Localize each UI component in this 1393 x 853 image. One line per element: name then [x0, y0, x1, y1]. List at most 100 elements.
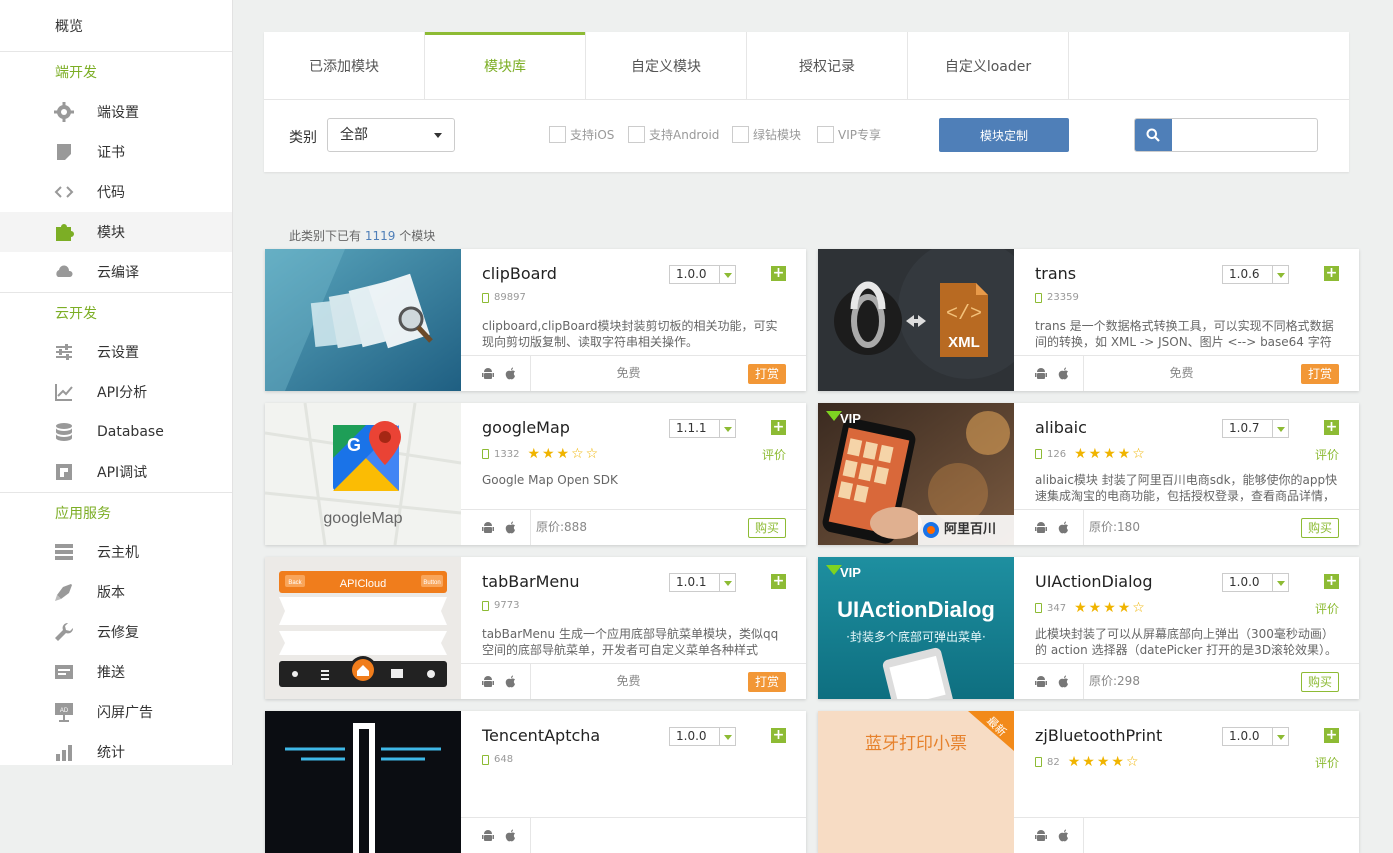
chevron-down-icon: [719, 420, 735, 437]
buy-button[interactable]: 购买: [1301, 672, 1339, 692]
tab-item[interactable]: 授权记录: [747, 32, 908, 100]
vip-label: VIP: [840, 565, 861, 580]
sidebar-item[interactable]: 代码: [0, 172, 232, 212]
custom-module-button[interactable]: 模块定制: [939, 118, 1069, 152]
module-card[interactable]: </> XML trans 1.0.6 +23359 trans 是一个数据格式转换工具…: [818, 249, 1359, 391]
add-module-button[interactable]: +: [771, 728, 786, 743]
trans-image[interactable]: </> XML: [818, 249, 1014, 391]
version-value: 1.0.0: [1229, 729, 1260, 743]
apple-icon: [505, 521, 515, 533]
sidebar-item[interactable]: Database: [0, 412, 232, 452]
add-module-button[interactable]: +: [1324, 266, 1339, 281]
tabbarmenu-image[interactable]: Back Button APICloud: [265, 557, 461, 699]
module-name[interactable]: googleMap: [482, 418, 570, 437]
search-input[interactable]: [1175, 119, 1315, 151]
version-select[interactable]: 1.0.0: [1222, 573, 1289, 592]
android-icon: [482, 367, 494, 379]
module-card[interactable]: VIP UIActionDialog ·封装多个底部可弹出菜单· UIActio…: [818, 557, 1359, 699]
module-card[interactable]: TencentAptcha 1.0.0 +648: [265, 711, 806, 853]
version-select[interactable]: 1.0.6: [1222, 265, 1289, 284]
version-select[interactable]: 1.0.0: [1222, 727, 1289, 746]
checkbox-box[interactable]: [628, 126, 645, 143]
certificate-icon: [0, 141, 97, 163]
module-card[interactable]: 蓝牙打印小票 最新 zjBluetoothPrint 1.0.0 +82 ★★★★☆ 评价: [818, 711, 1359, 853]
filter-ios-checkbox[interactable]: 支持iOS: [549, 126, 614, 143]
add-module-button[interactable]: +: [1324, 420, 1339, 435]
module-name[interactable]: zjBluetoothPrint: [1035, 726, 1162, 745]
tip-button[interactable]: 打赏: [1301, 364, 1339, 384]
sidebar-item[interactable]: 云修复: [0, 612, 232, 652]
sidebar-item[interactable]: 云设置: [0, 332, 232, 372]
bluetooth-image[interactable]: 蓝牙打印小票 最新: [818, 711, 1014, 853]
download-number: 9773: [494, 600, 520, 611]
rate-link[interactable]: 评价: [1315, 446, 1339, 463]
add-module-button[interactable]: +: [771, 420, 786, 435]
sidebar-item[interactable]: 模块: [0, 212, 232, 252]
android-icon: [482, 829, 494, 841]
checkbox-box[interactable]: [817, 126, 834, 143]
sidebar-item[interactable]: 统计: [0, 732, 232, 772]
module-name[interactable]: tabBarMenu: [482, 572, 580, 591]
tencentaptcha-image[interactable]: [265, 711, 461, 853]
tab-item[interactable]: 自定义模块: [586, 32, 747, 100]
module-card[interactable]: VIP 阿里百川 alibaic 1.0.7 +126 ★★★★☆ 评价 alibaic模…: [818, 403, 1359, 545]
sidebar-item[interactable]: 证书: [0, 132, 232, 172]
puzzle-icon: [0, 221, 97, 243]
module-name[interactable]: clipBoard: [482, 264, 557, 283]
rate-link[interactable]: 评价: [1315, 600, 1339, 617]
module-name[interactable]: alibaic: [1035, 418, 1087, 437]
sidebar-item[interactable]: AD 闪屏广告: [0, 692, 232, 732]
sidebar-item[interactable]: 云编译: [0, 252, 232, 292]
sidebar-item[interactable]: 推送: [0, 652, 232, 692]
buy-button[interactable]: 购买: [748, 518, 786, 538]
module-description: [482, 780, 788, 812]
card-footer: 原价:298 购买: [1014, 663, 1359, 699]
module-card[interactable]: clipBoard 1.0.0 +89897 clipboard,clipBoard模…: [265, 249, 806, 391]
tip-button[interactable]: 打赏: [748, 672, 786, 692]
module-name[interactable]: TencentAptcha: [482, 726, 600, 745]
card-footer: [461, 817, 806, 853]
tab-item[interactable]: 已添加模块: [264, 32, 425, 100]
version-select[interactable]: 1.0.1: [669, 573, 736, 592]
filter-vip-checkbox[interactable]: VIP专享: [817, 126, 881, 143]
tab-item[interactable]: 模块库: [425, 32, 586, 100]
alibaic-image[interactable]: VIP 阿里百川: [818, 403, 1014, 545]
buy-button[interactable]: 购买: [1301, 518, 1339, 538]
rate-link[interactable]: 评价: [762, 446, 786, 463]
category-select[interactable]: 全部: [327, 118, 455, 152]
sidebar-item[interactable]: 版本: [0, 572, 232, 612]
module-name[interactable]: UIActionDialog: [1035, 572, 1153, 591]
sidebar-item[interactable]: API调试: [0, 452, 232, 492]
version-select[interactable]: 1.0.0: [669, 727, 736, 746]
add-module-button[interactable]: +: [1324, 574, 1339, 589]
sidebar-item[interactable]: 端设置: [0, 92, 232, 132]
version-select[interactable]: 1.0.0: [669, 265, 736, 284]
tip-button[interactable]: 打赏: [748, 364, 786, 384]
search-button[interactable]: [1135, 119, 1172, 151]
module-price: 免费: [1169, 366, 1194, 380]
version-select[interactable]: 1.0.7: [1222, 419, 1289, 438]
module-card[interactable]: Back Button APICloud tabBarMenu 1.0.1 +9773 t…: [265, 557, 806, 699]
checkbox-box[interactable]: [732, 126, 749, 143]
add-module-button[interactable]: +: [1324, 728, 1339, 743]
sidebar-item[interactable]: 云主机: [0, 532, 232, 572]
rate-link[interactable]: 评价: [1315, 754, 1339, 771]
add-module-button[interactable]: +: [771, 266, 786, 281]
checkbox-box[interactable]: [549, 126, 566, 143]
count-number: 1119: [364, 229, 396, 243]
uiactiondialog-image[interactable]: VIP UIActionDialog ·封装多个底部可弹出菜单·: [818, 557, 1014, 699]
module-price: [531, 818, 726, 853]
add-module-button[interactable]: +: [771, 574, 786, 589]
googlemap-image[interactable]: G googleMap: [265, 403, 461, 545]
sidebar-item[interactable]: API分析: [0, 372, 232, 412]
sidebar-overview[interactable]: 概览: [0, 0, 232, 52]
count-prefix: 此类别下已有: [289, 229, 362, 243]
filter-green-diamond-checkbox[interactable]: 绿钻模块: [732, 126, 801, 143]
sidebar-item-label: 云修复: [97, 625, 139, 641]
version-select[interactable]: 1.1.1: [669, 419, 736, 438]
module-card[interactable]: G googleMap googleMap 1.1.1 +1332 ★★★☆☆ 评价 Go…: [265, 403, 806, 545]
clipboard-image[interactable]: [265, 249, 461, 391]
filter-android-checkbox[interactable]: 支持Android: [628, 126, 719, 143]
tab-item[interactable]: 自定义loader: [908, 32, 1069, 100]
module-name[interactable]: trans: [1035, 264, 1076, 283]
